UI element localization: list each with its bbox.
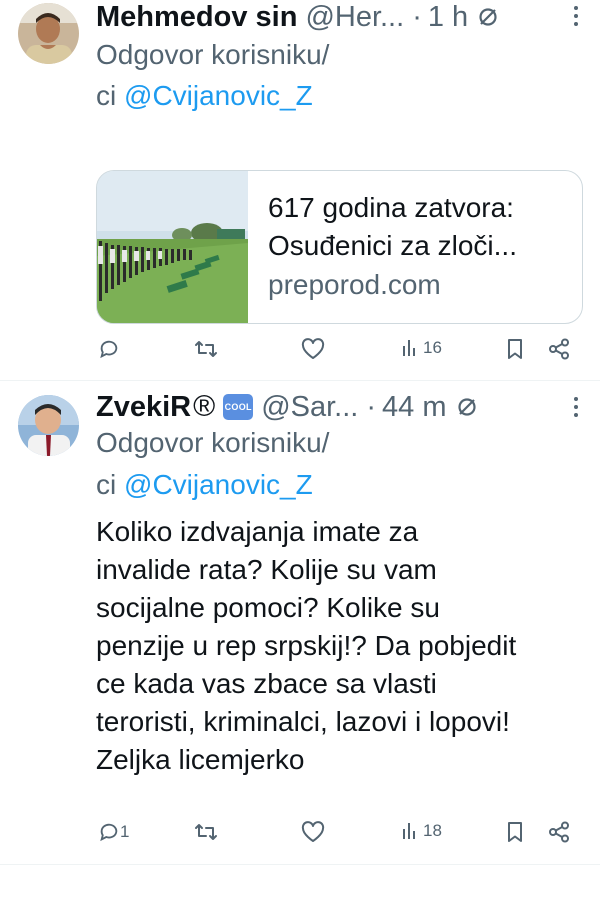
timestamp[interactable]: 1 h: [428, 1, 468, 34]
handle[interactable]: @Her...: [305, 1, 404, 34]
bookmark-icon: [505, 821, 525, 843]
mute-icon: [455, 395, 479, 419]
tweet-actions: 16: [96, 338, 581, 368]
reply-button[interactable]: 1: [98, 821, 129, 843]
tweet-text-line: invalide rata? Kolije su vam: [96, 554, 437, 585]
reply-context-line1: Odgovor korisniku/: [96, 35, 329, 75]
timestamp[interactable]: 44 m: [382, 391, 446, 424]
views-count: 16: [423, 338, 442, 357]
card-text: 617 godina zatvora: Osuđenici za zloči..…: [268, 189, 573, 305]
card-image: [97, 171, 248, 323]
reply-context-line2: ci @Cvijanovic_Z: [96, 76, 313, 116]
reply-mention[interactable]: @Cvijanovic_Z: [124, 469, 313, 500]
separator-dot: ·: [412, 0, 422, 33]
retweet-icon: [194, 338, 218, 360]
tweet[interactable]: ZvekiR ® COOL @Sar... · 44 m Odgovor kor…: [0, 381, 600, 863]
tweet-actions: 1 18: [96, 821, 581, 851]
like-button[interactable]: [301, 338, 328, 360]
reply-prefix: Odgovor korisniku/: [96, 39, 330, 70]
reply-icon: [98, 338, 120, 360]
views-icon: [402, 821, 420, 841]
reply-button[interactable]: [98, 338, 123, 360]
reply-context-line1: Odgovor korisniku/: [96, 423, 329, 463]
views-button[interactable]: 16: [402, 338, 442, 358]
separator-dot: ·: [366, 390, 377, 423]
like-icon: [301, 338, 325, 360]
bookmark-icon: [505, 338, 525, 360]
registered-mark: ®: [193, 390, 216, 423]
card-domain: preporod.com: [268, 269, 441, 300]
cool-badge: COOL: [223, 394, 254, 420]
reply-prefix-2: ci: [96, 80, 117, 111]
share-button[interactable]: [548, 338, 570, 360]
tweet-text: Koliko izdvajanja imate za invalide rata…: [96, 513, 586, 779]
card-title-line1: 617 godina zatvora:: [268, 192, 514, 223]
tweet-text-line: Zeljka licemjerko: [96, 744, 305, 775]
tweet-header: ZvekiR ® COOL @Sar... · 44 m: [96, 390, 586, 424]
reply-mention[interactable]: @Cvijanovic_Z: [124, 80, 313, 111]
link-card[interactable]: 617 godina zatvora: Osuđenici za zloči..…: [96, 170, 583, 324]
tweet[interactable]: Mehmedov sin @Her... · 1 h Odgovor koris…: [0, 0, 600, 378]
share-icon: [548, 338, 570, 360]
more-icon[interactable]: [572, 395, 580, 419]
tweet-header: Mehmedov sin @Her... · 1 h: [96, 0, 586, 34]
reply-count: 1: [120, 822, 130, 841]
reply-context-line2: ci @Cvijanovic_Z: [96, 465, 313, 505]
card-title-line2: Osuđenici za zloči...: [268, 230, 517, 261]
like-icon: [301, 821, 325, 843]
share-button[interactable]: [548, 821, 570, 843]
avatar[interactable]: [18, 395, 79, 456]
mute-icon: [476, 5, 500, 29]
share-icon: [548, 821, 570, 843]
display-name[interactable]: ZvekiR: [96, 391, 191, 424]
tweet-text-line: Koliko izdvajanja imate za: [96, 516, 419, 547]
avatar[interactable]: [18, 3, 79, 64]
tweet-text-line: ce kada vas zbace sa vlasti: [96, 668, 437, 699]
tweet-divider: [0, 864, 600, 865]
more-icon[interactable]: [572, 4, 580, 28]
retweet-icon: [194, 821, 218, 843]
bookmark-button[interactable]: [505, 821, 525, 843]
views-icon: [402, 338, 420, 358]
reply-prefix-2: ci: [96, 469, 117, 500]
reply-icon: [98, 821, 120, 843]
display-name[interactable]: Mehmedov sin: [96, 1, 297, 34]
views-button[interactable]: 18: [402, 821, 442, 841]
retweet-button[interactable]: [194, 821, 221, 843]
tweet-text-line: penzije u rep srpskij!? Da pobjedit: [96, 630, 517, 661]
handle[interactable]: @Sar...: [261, 391, 358, 424]
retweet-button[interactable]: [194, 338, 221, 360]
tweet-text-line: teroristi, kriminalci, lazovi i lopovi!: [96, 706, 510, 737]
bookmark-button[interactable]: [505, 338, 525, 360]
reply-prefix: Odgovor korisniku/: [96, 427, 330, 458]
views-count: 18: [423, 821, 442, 840]
like-button[interactable]: [301, 821, 328, 843]
tweet-text-line: socijalne pomoci? Kolike su: [96, 592, 440, 623]
